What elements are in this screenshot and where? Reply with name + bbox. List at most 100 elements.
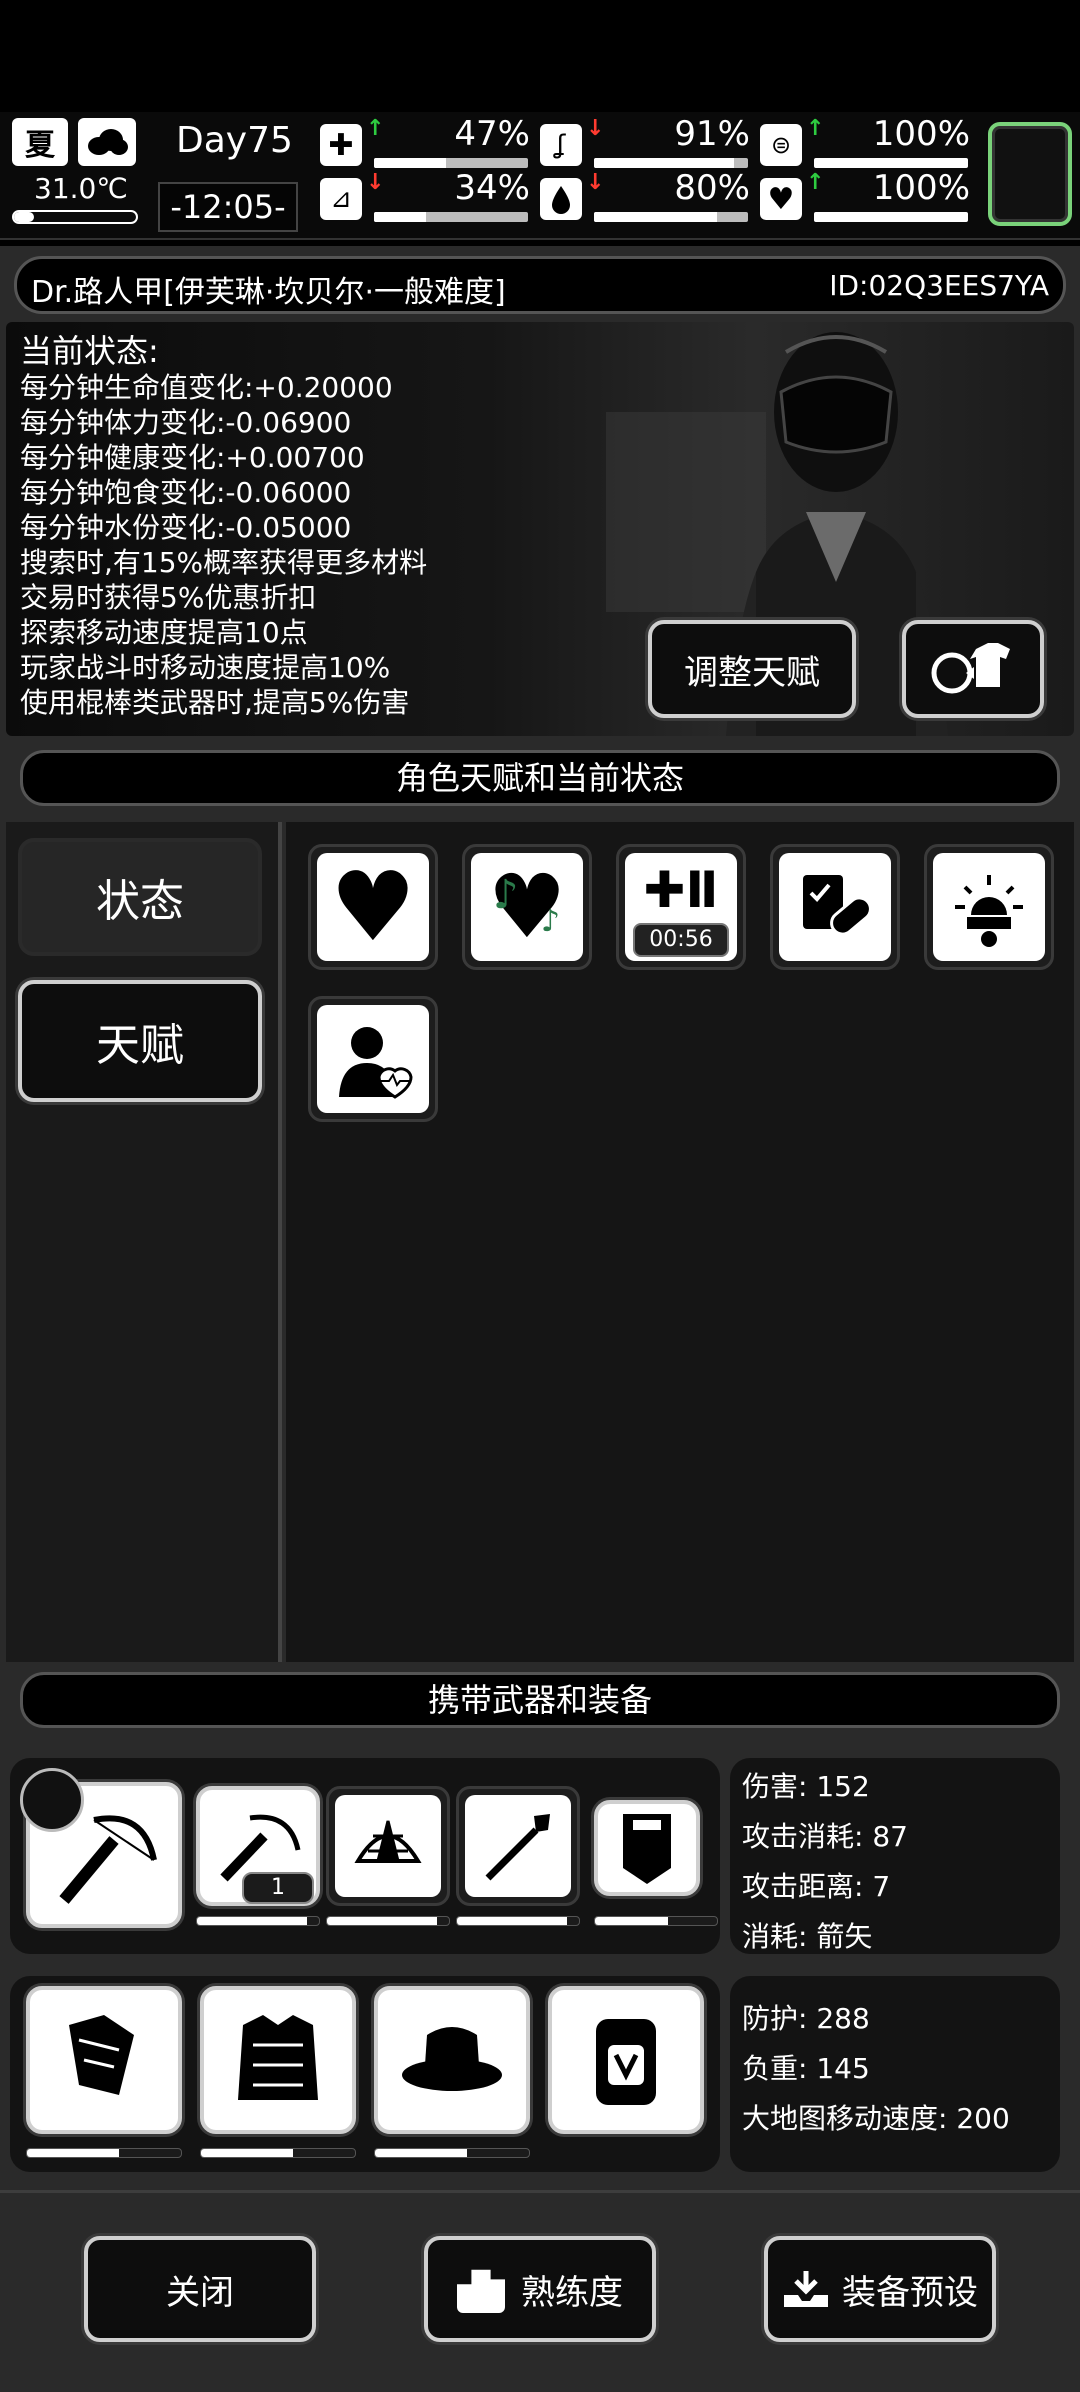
weapon-stat-cost: 攻击消耗: 87 (742, 1820, 908, 1853)
stat-stamina-bar (374, 212, 528, 222)
durability-bar (456, 1916, 580, 1926)
trend-up-icon: ↑ (806, 116, 825, 141)
buff-medkit-timer[interactable]: ✚Ⅱ 00:56 (616, 844, 746, 970)
close-button[interactable]: 关闭 (84, 2236, 316, 2342)
stat-stamina: ⊿ ↓ 34% (320, 168, 530, 226)
status-line: 搜索时,有15%概率获得更多材料 (20, 546, 428, 579)
hat-slot[interactable] (374, 1986, 530, 2134)
buff-timer: 00:56 (633, 923, 729, 957)
proficiency-button[interactable]: 熟练度 (424, 2236, 656, 2342)
talent-section-title-text: 角色天赋和当前状态 (395, 759, 684, 797)
weapon-slot-spear[interactable] (456, 1786, 580, 1906)
status-line: 每分钟健康变化:+0.00700 (20, 441, 365, 474)
ammo-count-badge: 1 (242, 1872, 314, 1904)
day-label: Day75 (176, 120, 293, 161)
armor-stat-weight: 负重: 145 (742, 2052, 870, 2085)
temperature-readout: 31.0℃ (34, 172, 128, 205)
weapon-stat-range: 攻击距离: 7 (742, 1870, 891, 1903)
tab-talent[interactable]: 天赋 (18, 980, 262, 1102)
trend-down-icon: ↓ (586, 116, 605, 141)
equipment-preset-button[interactable]: 装备预设 (764, 2236, 996, 2342)
preset-tray-icon (782, 2269, 830, 2309)
water-drop-icon (540, 178, 582, 220)
top-status-bar: 夏 31.0℃ Day75 -12:05- ✚ ↑ 47% ʆ ↓ 91% ⊜ … (0, 112, 1080, 240)
status-line: 每分钟水份变化:-0.05000 (20, 511, 352, 544)
status-line: 探索移动速度提高10点 (20, 616, 308, 649)
lungs-icon: ⊜ (760, 124, 802, 166)
stat-health-kit: ✚ ↑ 47% (320, 114, 530, 172)
armor-stat-map-speed: 大地图移动速度: 200 (742, 2102, 1010, 2135)
stat-heart-bar (814, 212, 968, 222)
durability-bar (374, 2148, 530, 2158)
durability-bar (200, 2148, 356, 2158)
podium-icon (457, 2269, 505, 2313)
change-outfit-button[interactable] (902, 620, 1044, 718)
clipboard-pill-icon (779, 853, 891, 961)
ammo-indicator-icon (20, 1768, 84, 1832)
character-name: Dr.路人甲[伊芙琳·坎贝尔·一般难度] (31, 275, 506, 310)
boot-icon: ⊿ (320, 178, 362, 220)
stat-heart: ♥ ↑ 100% (760, 168, 970, 226)
status-line: 使用棍棒类武器时,提高5%伤害 (20, 686, 410, 719)
person-heartbeat-icon (317, 1005, 429, 1113)
clock-label: -12:05- (170, 188, 286, 226)
stat-stomach: ʆ ↓ 91% (540, 114, 750, 172)
gloves-slot[interactable] (26, 1986, 182, 2134)
durability-bar (594, 1916, 718, 1926)
trend-down-icon: ↓ (366, 170, 385, 195)
backpack-slot[interactable] (548, 1986, 704, 2134)
weapon-stat-damage: 伤害: 152 (742, 1770, 870, 1803)
stat-stomach-bar (594, 158, 748, 168)
stat-water: ↓ 80% (540, 168, 750, 226)
stat-water-value: 80% (674, 168, 750, 208)
gloves-icon (69, 2015, 134, 2095)
armor-panel (10, 1976, 720, 2172)
proficiency-label: 熟练度 (521, 2272, 623, 2313)
net-icon (335, 1795, 441, 1897)
armor-stats: 防护: 288 负重: 145 大地图移动速度: 200 (730, 1976, 1060, 2172)
thermometer-icon (12, 210, 138, 224)
adjust-talent-button[interactable]: 调整天赋 (648, 620, 856, 718)
stat-stomach-value: 91% (674, 114, 750, 154)
buff-heart[interactable]: ♥ (308, 844, 438, 970)
character-id: ID:02Q3EES7YA (829, 269, 1049, 302)
stat-health-kit-value: 47% (454, 114, 530, 154)
close-label: 关闭 (166, 2272, 234, 2313)
music-heart-icon: ♥ ♪ ♪ (471, 853, 583, 961)
buff-clipboard-pill[interactable] (770, 844, 900, 970)
buff-alarm[interactable] (924, 844, 1054, 970)
weapon-slot-net[interactable] (326, 1786, 450, 1906)
heart-icon: ♥ (317, 853, 429, 961)
stat-lungs-bar (814, 158, 968, 168)
buff-music-heart[interactable]: ♥ ♪ ♪ (462, 844, 592, 970)
body-armor-icon (238, 2015, 318, 2100)
season-badge: 夏 (12, 118, 68, 166)
quick-slot-button[interactable] (988, 122, 1072, 226)
armor-stat-protection: 防护: 288 (742, 2002, 870, 2035)
trend-up-icon: ↑ (806, 170, 825, 195)
tab-status[interactable]: 状态 (18, 838, 262, 956)
preset-label: 装备预设 (842, 2272, 978, 2313)
armor-slot[interactable] (200, 1986, 356, 2134)
status-line: 玩家战斗时移动速度提高10% (20, 651, 391, 684)
weapons-panel: 1 (10, 1758, 720, 1954)
stat-heart-value: 100% (872, 168, 970, 208)
backpack-icon (596, 2019, 656, 2105)
medkit-icon: ✚ (320, 124, 362, 166)
buff-person-heartbeat[interactable] (308, 996, 438, 1122)
heart-icon: ♥ (760, 178, 802, 220)
status-lines: 每分钟生命值变化:+0.20000 每分钟体力变化:-0.06900 每分钟健康… (20, 370, 427, 720)
season-label: 夏 (25, 128, 55, 163)
stat-health-kit-bar (374, 158, 528, 168)
weapon-stats: 伤害: 152 攻击消耗: 87 攻击距离: 7 消耗: 箭矢 (730, 1758, 1060, 1954)
durability-bar (26, 2148, 182, 2158)
alarm-light-icon (933, 853, 1045, 961)
talent-section-title: 角色天赋和当前状态 (20, 750, 1060, 806)
stomach-icon: ʆ (540, 124, 582, 166)
cloud-icon (78, 118, 136, 166)
stat-water-bar (594, 212, 748, 222)
outfit-swap-icon (931, 643, 1010, 694)
riot-shield-icon (623, 1814, 671, 1884)
spear-icon (465, 1795, 571, 1897)
shield-slot[interactable] (594, 1800, 700, 1896)
